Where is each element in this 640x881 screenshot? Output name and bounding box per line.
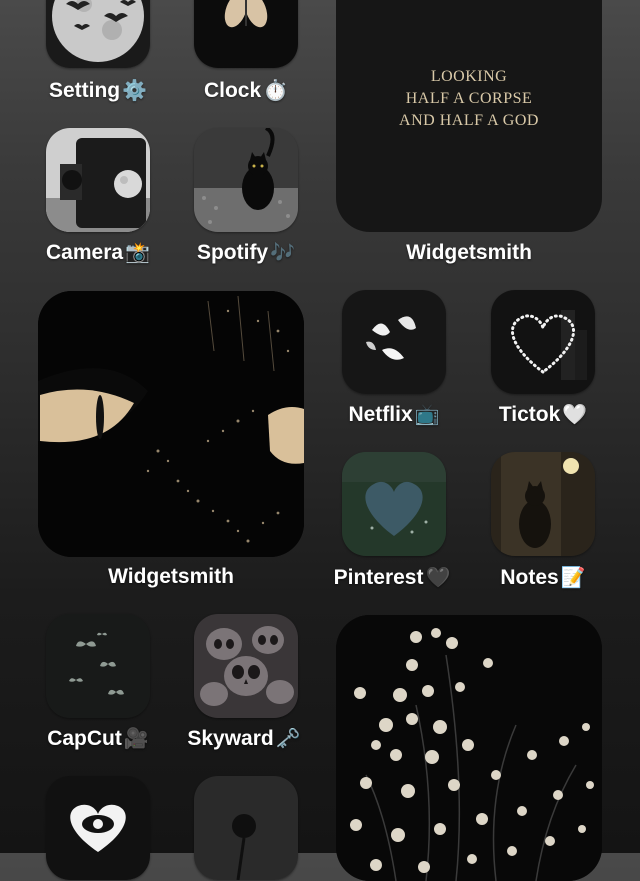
setting-app-label[interactable]: Setting ⚙️ bbox=[38, 78, 158, 103]
spotify-label-text: Spotify bbox=[196, 241, 269, 264]
cat-eyes-widget[interactable] bbox=[38, 291, 304, 557]
pinterest-label-text: Pinterest bbox=[333, 566, 424, 589]
cat-eyes-icon bbox=[38, 291, 304, 557]
white-heart-icon: 🤍 bbox=[562, 404, 588, 426]
clock-app-label[interactable]: Clock ⏱️ bbox=[186, 78, 306, 103]
pinterest-app-icon[interactable] bbox=[342, 452, 446, 556]
quote-line-1: LOOKING bbox=[430, 68, 508, 85]
black-heart-icon: 🖤 bbox=[425, 567, 451, 589]
memo-icon: 📝 bbox=[560, 567, 586, 589]
cat-window-moon-icon bbox=[491, 452, 595, 556]
capcut-app-icon[interactable] bbox=[46, 614, 150, 718]
white-doves-icon bbox=[342, 290, 446, 394]
moon-bats-icon bbox=[46, 0, 150, 68]
spotify-app-label[interactable]: Spotify 🎶 bbox=[182, 240, 310, 265]
camera-app-icon[interactable] bbox=[46, 128, 150, 232]
black-cat-icon bbox=[194, 128, 298, 232]
notes-app-label[interactable]: Notes 📝 bbox=[483, 565, 603, 590]
tictok-app-label[interactable]: Tictok 🤍 bbox=[483, 402, 603, 427]
spotify-app-icon[interactable] bbox=[194, 128, 298, 232]
gear-icon: ⚙️ bbox=[122, 80, 148, 102]
moth-wings-icon bbox=[194, 0, 298, 68]
movie-camera-icon: 🎥 bbox=[123, 728, 149, 750]
quote-line-3: AND HALF A GOD bbox=[399, 112, 539, 129]
clock-app-icon[interactable] bbox=[194, 0, 298, 68]
rose-app-icon[interactable] bbox=[194, 776, 298, 880]
netflix-app-icon[interactable] bbox=[342, 290, 446, 394]
tictok-label-text: Tictok bbox=[498, 403, 561, 426]
skyward-app-label[interactable]: Skyward 🗝️ bbox=[174, 726, 314, 751]
capcut-app-label[interactable]: CapCut 🎥 bbox=[34, 726, 162, 751]
capcut-label-text: CapCut bbox=[47, 727, 122, 750]
pinterest-app-label[interactable]: Pinterest 🖤 bbox=[322, 565, 462, 590]
quote-widget[interactable]: LOOKING HALF A CORPSE AND HALF A GOD bbox=[336, 0, 602, 232]
butterflies-icon bbox=[46, 614, 150, 718]
rose-icon bbox=[194, 776, 298, 880]
skyward-app-icon[interactable] bbox=[194, 614, 298, 718]
quote-line-2: HALF A CORPSE bbox=[405, 90, 533, 107]
stopwatch-icon: ⏱️ bbox=[263, 80, 289, 102]
notes-label-text: Notes bbox=[500, 566, 559, 589]
flowers-widget[interactable] bbox=[336, 615, 602, 881]
skyward-label-text: Skyward bbox=[187, 727, 274, 750]
camera-label-text: Camera bbox=[46, 241, 124, 264]
netflix-app-label[interactable]: Netflix 📺 bbox=[334, 402, 454, 427]
camera-icon bbox=[46, 128, 150, 232]
clock-label-text: Clock bbox=[203, 79, 262, 102]
camera-flash-icon: 📸 bbox=[125, 242, 150, 264]
white-flowers-icon bbox=[336, 615, 602, 881]
camera-app-label[interactable]: Camera 📸 bbox=[34, 240, 162, 265]
heart-lake-icon bbox=[342, 452, 446, 556]
notes-app-icon[interactable] bbox=[491, 452, 595, 556]
tv-icon: 📺 bbox=[414, 404, 440, 426]
setting-app-icon[interactable] bbox=[46, 0, 150, 68]
netflix-label-text: Netflix bbox=[348, 403, 413, 426]
skulls-icon bbox=[194, 614, 298, 718]
eye-heart-app-icon[interactable] bbox=[46, 776, 150, 880]
music-notes-icon: 🎶 bbox=[270, 242, 296, 264]
quote-widget-label: Widgetsmith bbox=[406, 241, 532, 264]
key-icon: 🗝️ bbox=[275, 728, 301, 750]
cat-widget-label: Widgetsmith bbox=[108, 565, 234, 588]
light-heart-icon bbox=[491, 290, 595, 394]
setting-label-text: Setting bbox=[48, 79, 121, 102]
eye-heart-icon bbox=[46, 776, 150, 880]
tictok-app-icon[interactable] bbox=[491, 290, 595, 394]
